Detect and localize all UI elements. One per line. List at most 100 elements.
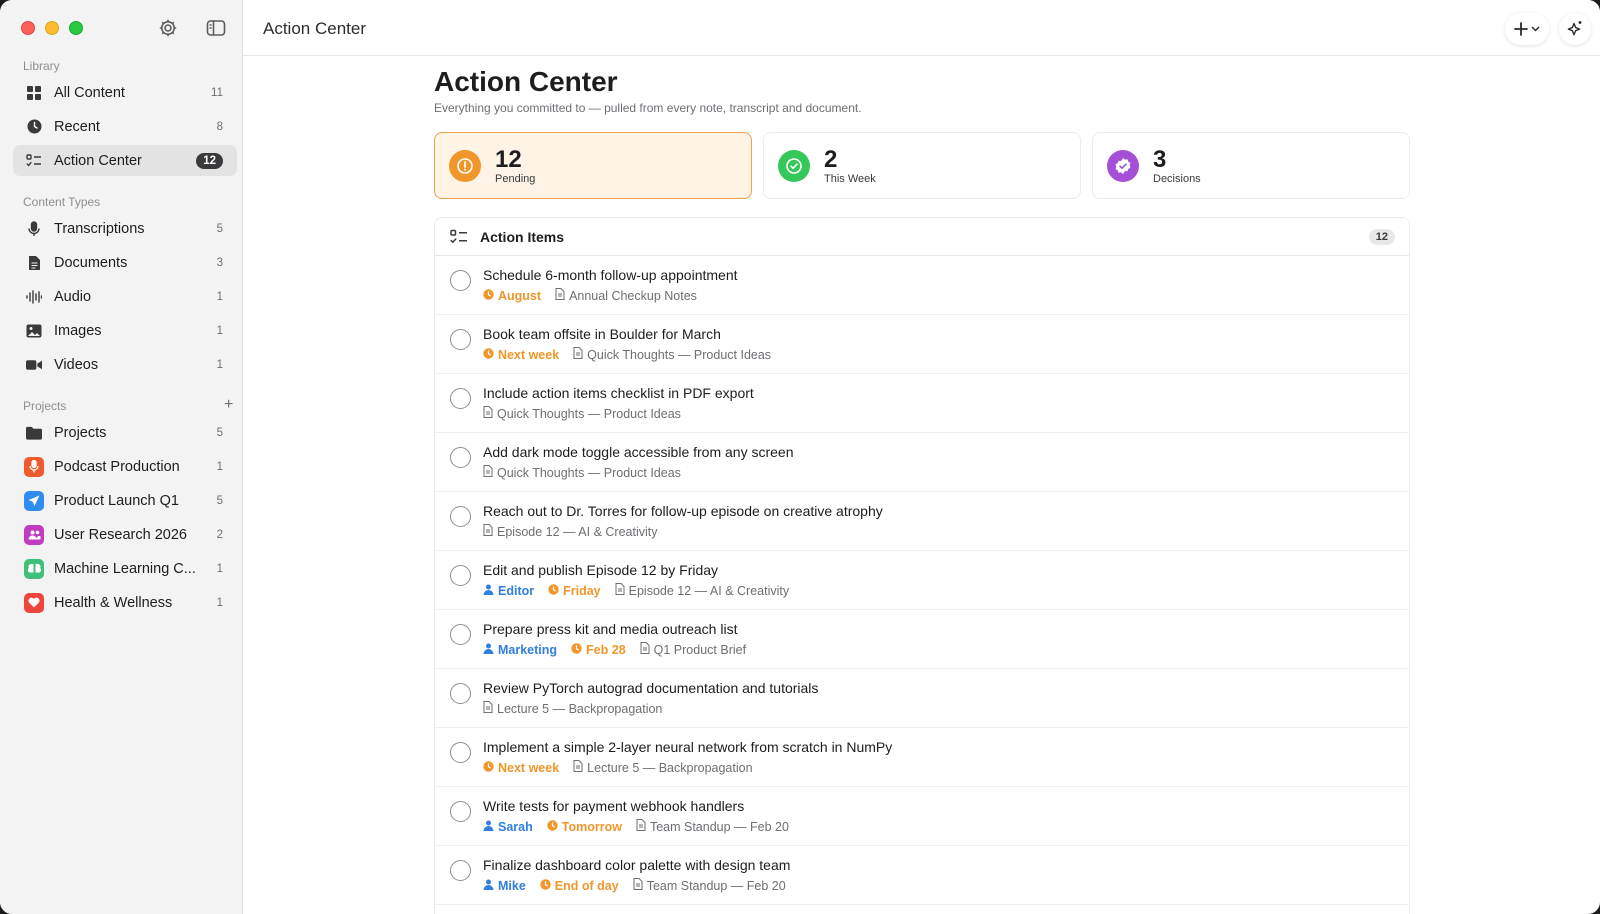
source-link[interactable]: Team Standup — Feb 20 <box>633 878 786 893</box>
action-item-meta: August Annual Checkup Notes <box>483 288 697 303</box>
sparkles-icon <box>1567 21 1582 36</box>
complete-checkbox[interactable] <box>450 624 471 645</box>
complete-checkbox[interactable] <box>450 683 471 704</box>
complete-checkbox[interactable] <box>450 742 471 763</box>
action-item-meta: Quick Thoughts — Product Ideas <box>483 406 681 421</box>
stat-value: 3 <box>1153 145 1167 173</box>
source-link[interactable]: Quick Thoughts — Product Ideas <box>483 465 681 480</box>
document-icon <box>483 465 493 480</box>
document-icon <box>573 760 583 775</box>
action-item-row[interactable]: Write tests for payment webhook handlers… <box>435 787 1409 846</box>
source-link[interactable]: Quick Thoughts — Product Ideas <box>573 347 771 362</box>
zoom-window-button[interactable] <box>69 21 83 35</box>
stat-card-this-week[interactable]: 2 This Week <box>763 132 1081 199</box>
source-link[interactable]: Lecture 5 — Backpropagation <box>483 701 662 716</box>
sidebar-item-videos[interactable]: Videos 1 <box>13 349 237 380</box>
action-item-row[interactable]: Review PyTorch autograd documentation an… <box>435 669 1409 728</box>
complete-checkbox[interactable] <box>450 801 471 822</box>
app-window: Library All Content 11 Recent 8 Action C… <box>0 0 1600 914</box>
complete-checkbox[interactable] <box>450 270 471 291</box>
sidebar-item-recent[interactable]: Recent 8 <box>13 111 237 142</box>
ai-assistant-button[interactable] <box>1559 13 1591 45</box>
complete-checkbox[interactable] <box>450 447 471 468</box>
sidebar-item-count: 1 <box>216 358 223 371</box>
sidebar-item-machine-learning[interactable]: Machine Learning C... 1 <box>13 553 237 584</box>
chevron-down-icon <box>1531 26 1540 32</box>
sidebar-item-images[interactable]: Images 1 <box>13 315 237 346</box>
checklist-icon <box>26 153 42 169</box>
source-link[interactable]: Annual Checkup Notes <box>555 288 697 303</box>
source-title: Team Standup — Feb 20 <box>646 878 786 893</box>
sidebar-item-label: Documents <box>54 254 128 271</box>
action-item-meta: Episode 12 — AI & Creativity <box>483 524 658 539</box>
sidebar-item-projects[interactable]: Projects 5 <box>13 417 237 448</box>
source-link[interactable]: Lecture 5 — Backpropagation <box>573 760 753 775</box>
assignee-tag[interactable]: Marketing <box>483 643 557 657</box>
add-project-button[interactable]: + <box>224 397 233 413</box>
action-item-row[interactable]: Finalize dashboard color palette with de… <box>435 846 1409 905</box>
action-item-row[interactable]: Implement a simple 2-layer neural networ… <box>435 728 1409 787</box>
sidebar-item-transcriptions[interactable]: Transcriptions 5 <box>13 213 237 244</box>
assignee-tag[interactable]: Sarah <box>483 820 533 834</box>
panel-count-badge: 12 <box>1368 228 1395 245</box>
complete-checkbox[interactable] <box>450 506 471 527</box>
gear-icon <box>159 19 177 37</box>
action-item-row[interactable]: Book team offsite in Boulder for March Ne… <box>435 315 1409 374</box>
stat-card-pending[interactable]: 12 Pending <box>434 132 752 199</box>
due-date: Next week <box>498 347 560 362</box>
person-icon <box>483 879 494 893</box>
action-items-panel: Action Items 12 Schedule 6-month follow-… <box>434 217 1410 914</box>
settings-button[interactable] <box>156 17 180 39</box>
sidebar-item-count: 1 <box>216 324 223 337</box>
due-date-tag: Friday <box>548 584 601 598</box>
toolbar: Action Center <box>243 0 1600 56</box>
page-subtitle: Everything you committed to — pulled fro… <box>434 101 862 115</box>
toggle-sidebar-button[interactable] <box>204 17 228 39</box>
source-link[interactable]: Team Standup — Feb 20 <box>636 819 789 834</box>
clock-icon <box>547 819 558 834</box>
action-item-row[interactable]: Prepare press kit and media outreach lis… <box>435 610 1409 669</box>
action-item-row[interactable]: Reach out to Dr. Torres for follow-up ep… <box>435 492 1409 551</box>
due-date: Tomorrow <box>561 819 622 834</box>
sidebar-item-health-wellness[interactable]: Health & Wellness 1 <box>13 587 237 618</box>
close-window-button[interactable] <box>21 21 35 35</box>
complete-checkbox[interactable] <box>450 388 471 409</box>
complete-checkbox[interactable] <box>450 329 471 350</box>
action-item-row[interactable]: Include action items checklist in PDF ex… <box>435 374 1409 433</box>
sidebar-item-audio[interactable]: Audio 1 <box>13 281 237 312</box>
sidebar-item-product-launch-q1[interactable]: Product Launch Q1 5 <box>13 485 237 516</box>
complete-checkbox[interactable] <box>450 860 471 881</box>
source-title: Lecture 5 — Backpropagation <box>497 701 663 716</box>
action-item-meta: Marketing Feb 28 Q1 Product Brief <box>483 642 746 657</box>
sidebar-item-all-content[interactable]: All Content 11 <box>13 77 237 108</box>
minimize-window-button[interactable] <box>45 21 59 35</box>
action-item-title: Add dark mode toggle accessible from any… <box>483 444 794 460</box>
action-item-row[interactable]: Edit and publish Episode 12 by Friday Edi… <box>435 551 1409 610</box>
sidebar-item-count: 8 <box>216 120 223 133</box>
complete-checkbox[interactable] <box>450 565 471 586</box>
exclamation-icon <box>449 149 481 182</box>
stat-card-decisions[interactable]: 3 Decisions <box>1092 132 1410 199</box>
source-link[interactable]: Quick Thoughts — Product Ideas <box>483 406 681 421</box>
sidebar-item-documents[interactable]: Documents 3 <box>13 247 237 278</box>
sidebar-item-podcast-production[interactable]: Podcast Production 1 <box>13 451 237 482</box>
document-icon <box>26 255 42 271</box>
new-item-menu-button[interactable] <box>1505 13 1549 45</box>
sidebar-item-count: 5 <box>216 222 223 235</box>
action-item-meta: Quick Thoughts — Product Ideas <box>483 465 681 480</box>
sidebar-item-label: Projects <box>54 424 107 441</box>
source-link[interactable]: Q1 Product Brief <box>640 642 746 657</box>
assignee-tag[interactable]: Mike <box>483 879 526 893</box>
action-item-row[interactable]: Add dark mode toggle accessible from any… <box>435 433 1409 492</box>
person-icon <box>483 820 494 834</box>
due-date-tag: August <box>483 289 541 303</box>
grid-icon <box>26 85 42 101</box>
action-item-row[interactable]: Schedule 6-month follow-up appointment Au… <box>435 256 1409 315</box>
source-link[interactable]: Episode 12 — AI & Creativity <box>615 583 789 598</box>
sidebar-item-user-research-2026[interactable]: User Research 2026 2 <box>13 519 237 550</box>
checklist-icon <box>450 229 467 243</box>
assignee-tag[interactable]: Editor <box>483 584 534 598</box>
toolbar-title: Action Center <box>263 19 366 38</box>
sidebar-item-action-center[interactable]: Action Center 12 <box>13 145 237 176</box>
source-link[interactable]: Episode 12 — AI & Creativity <box>483 524 658 539</box>
